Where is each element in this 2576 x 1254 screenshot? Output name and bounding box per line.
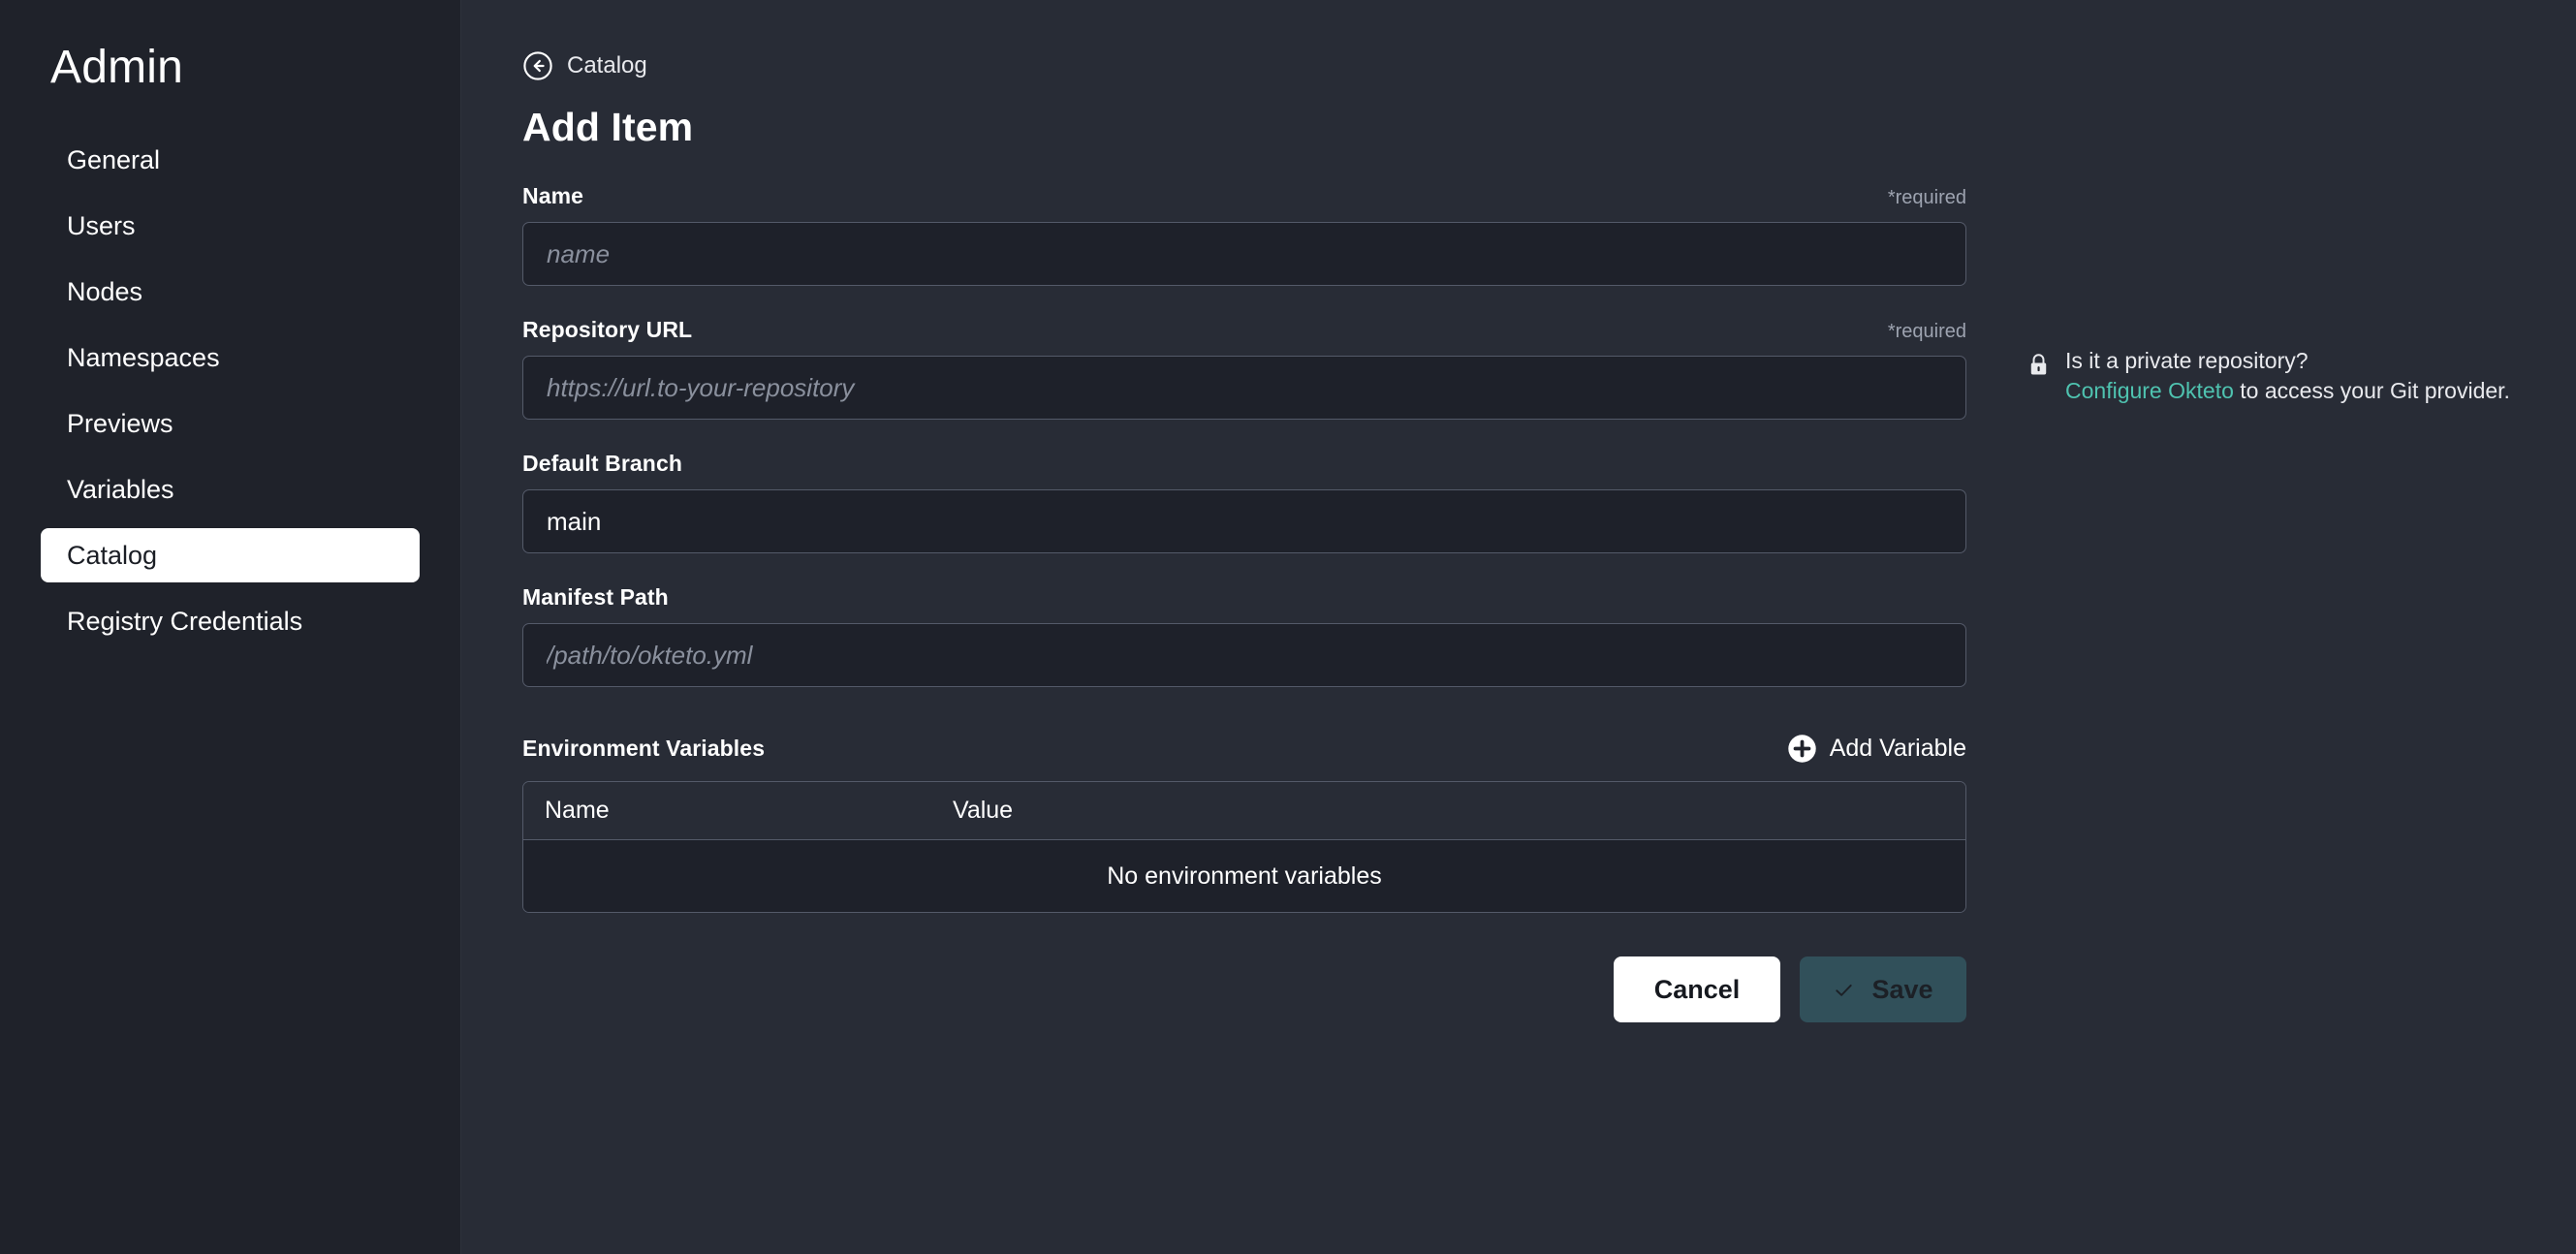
- sidebar-title: Admin: [0, 43, 460, 94]
- environment-variables-table: Name Value No environment variables: [522, 781, 1966, 913]
- sidebar-item-registry-credentials[interactable]: Registry Credentials: [41, 594, 420, 648]
- field-repository-url-header: Repository URL *required: [522, 317, 1966, 343]
- table-header-row: Name Value: [523, 782, 1965, 840]
- name-input[interactable]: [522, 222, 1966, 286]
- field-manifest-path-header: Manifest Path: [522, 584, 1966, 611]
- configure-okteto-link[interactable]: Configure Okteto: [2065, 378, 2234, 403]
- main-content: Catalog Add Item Name *required Reposito…: [461, 0, 2576, 1254]
- private-hint-question: Is it a private repository?: [2065, 348, 2309, 373]
- private-repository-hint: Is it a private repository? Configure Ok…: [2027, 346, 2576, 405]
- environment-variables-label: Environment Variables: [522, 736, 765, 762]
- private-hint-rest: to access your Git provider.: [2234, 378, 2510, 403]
- repository-url-input[interactable]: [522, 356, 1966, 420]
- sidebar: Admin General Users Nodes Namespaces Pre…: [0, 0, 461, 1254]
- field-manifest-path-label: Manifest Path: [522, 584, 669, 611]
- field-default-branch-label: Default Branch: [522, 451, 682, 477]
- field-repository-url: Repository URL *required: [522, 317, 1966, 420]
- manifest-path-input[interactable]: [522, 623, 1966, 687]
- sidebar-item-catalog[interactable]: Catalog: [41, 528, 420, 582]
- field-name: Name *required: [522, 183, 1966, 286]
- default-branch-input[interactable]: [522, 489, 1966, 553]
- field-default-branch-header: Default Branch: [522, 451, 1966, 477]
- form-actions: Cancel Save: [522, 956, 1966, 1022]
- sidebar-item-general[interactable]: General: [41, 133, 420, 187]
- save-button[interactable]: Save: [1800, 956, 1966, 1022]
- environment-variables-header: Environment Variables Add Variable: [522, 734, 1966, 764]
- add-variable-button[interactable]: Add Variable: [1787, 734, 1966, 764]
- field-repository-url-label: Repository URL: [522, 317, 692, 343]
- field-name-label: Name: [522, 183, 583, 209]
- admin-page: Admin General Users Nodes Namespaces Pre…: [0, 0, 2576, 1254]
- save-button-label: Save: [1871, 975, 1932, 1005]
- sidebar-nav: General Users Nodes Namespaces Previews …: [0, 133, 460, 648]
- sidebar-item-namespaces[interactable]: Namespaces: [41, 330, 420, 385]
- sidebar-item-previews[interactable]: Previews: [41, 396, 420, 451]
- sidebar-item-users[interactable]: Users: [41, 199, 420, 253]
- field-name-header: Name *required: [522, 183, 1966, 209]
- arrow-left-circle-icon: [522, 50, 553, 81]
- check-icon: [1833, 979, 1855, 1001]
- lock-icon: [2027, 353, 2050, 377]
- field-repository-url-required-note: *required: [1888, 321, 1966, 343]
- sidebar-item-variables[interactable]: Variables: [41, 462, 420, 517]
- column-header-value: Value: [953, 797, 1965, 825]
- page-title: Add Item: [522, 105, 2576, 150]
- table-empty-message: No environment variables: [523, 840, 1965, 912]
- add-item-form: Name *required Repository URL *required …: [522, 183, 1966, 1022]
- cancel-button[interactable]: Cancel: [1614, 956, 1780, 1022]
- field-default-branch: Default Branch: [522, 451, 1966, 553]
- private-repository-hint-text: Is it a private repository? Configure Ok…: [2065, 346, 2510, 405]
- add-variable-label: Add Variable: [1830, 735, 1966, 763]
- field-manifest-path: Manifest Path: [522, 584, 1966, 687]
- field-name-required-note: *required: [1888, 187, 1966, 209]
- plus-circle-icon: [1787, 734, 1817, 764]
- breadcrumb-label: Catalog: [567, 52, 647, 79]
- column-header-name: Name: [523, 797, 953, 825]
- sidebar-item-nodes[interactable]: Nodes: [41, 265, 420, 319]
- breadcrumb-back-link[interactable]: Catalog: [522, 48, 647, 83]
